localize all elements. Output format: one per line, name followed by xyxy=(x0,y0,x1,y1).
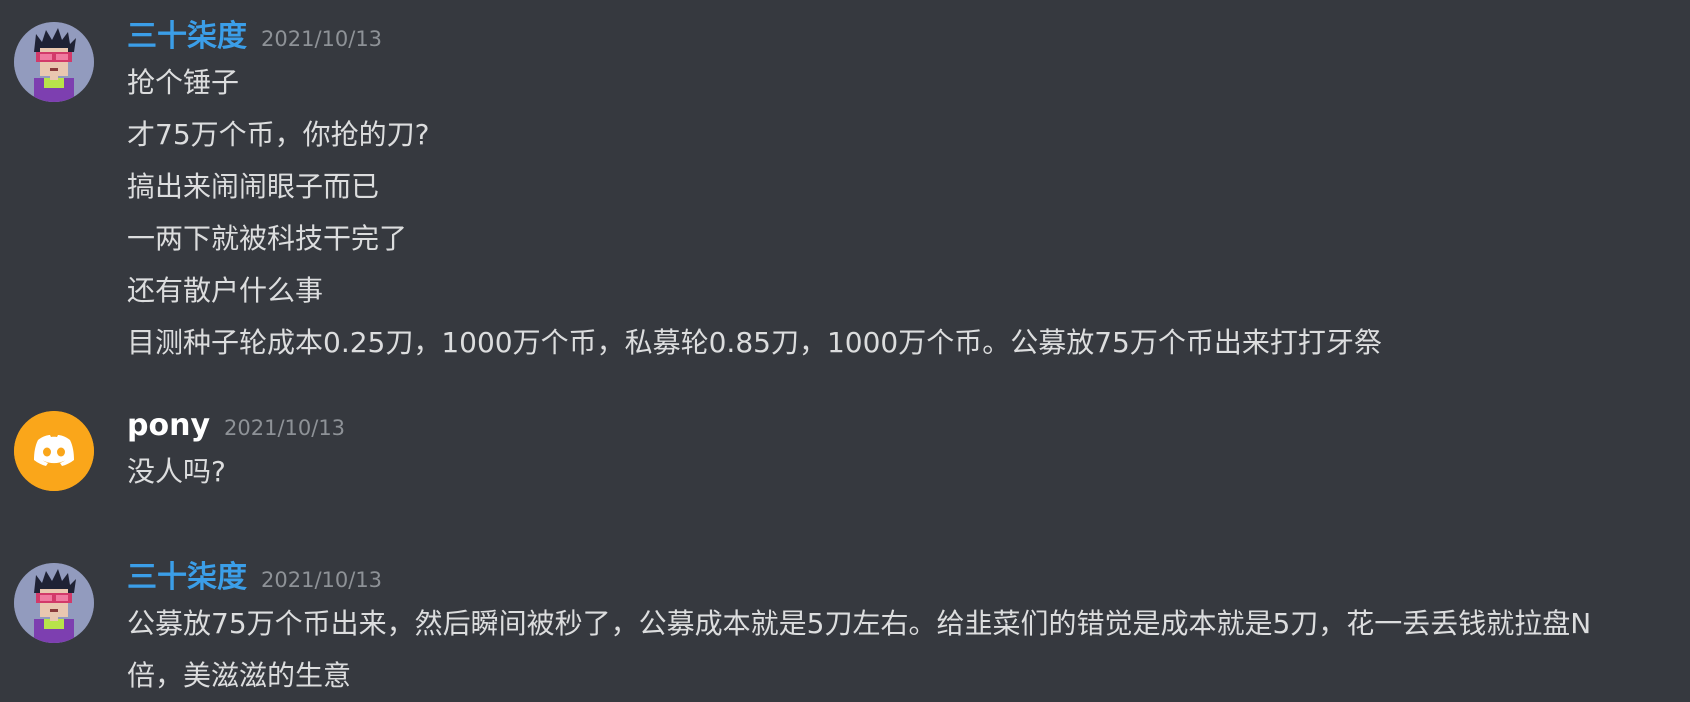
timestamp[interactable]: 2021/10/13 xyxy=(261,27,382,51)
message-text: 一两下就被科技干完了 xyxy=(127,222,408,255)
message-group: 三十柒度 2021/10/13 公募放75万个币出来，然后瞬间被秒了，公募成本就是… xyxy=(0,541,1690,692)
message-text: 还有散户什么事 xyxy=(127,274,324,307)
message-header: 三十柒度 2021/10/13 xyxy=(127,16,382,58)
message-text: 公募放75万个币出来，然后瞬间被秒了，公募成本就是5刀左右。给韭菜们的错觉是成本… xyxy=(127,607,1592,692)
message-header: 三十柒度 2021/10/13 xyxy=(127,557,382,599)
message-header: pony 2021/10/13 xyxy=(127,405,345,447)
message-text: 才75万个币，你抢的刀? xyxy=(127,118,430,151)
avatar[interactable] xyxy=(14,563,94,643)
message-group: pony 2021/10/13 没人吗? xyxy=(0,389,1690,504)
username[interactable]: 三十柒度 xyxy=(127,19,247,54)
timestamp[interactable]: 2021/10/13 xyxy=(224,416,345,440)
message-text: 目测种子轮成本0.25刀，1000万个币，私募轮0.85刀，1000万个币。公募… xyxy=(127,326,1382,359)
message-text: 搞出来闹闹眼子而已 xyxy=(127,170,380,203)
avatar[interactable] xyxy=(14,22,94,102)
timestamp[interactable]: 2021/10/13 xyxy=(261,568,382,592)
message-group: 三十柒度 2021/10/13 抢个锤子 才75万个币，你抢的刀? 搞出来闹闹眼子… xyxy=(0,0,1690,359)
pixel-character-avatar-icon xyxy=(14,22,94,102)
message-text: 没人吗? xyxy=(127,455,226,488)
message-text: 抢个锤子 xyxy=(127,66,240,99)
pixel-character-avatar-icon xyxy=(14,563,94,643)
discord-logo-icon xyxy=(14,411,94,491)
username[interactable]: 三十柒度 xyxy=(127,560,247,595)
chat-messages: 三十柒度 2021/10/13 抢个锤子 才75万个币，你抢的刀? 搞出来闹闹眼子… xyxy=(0,0,1690,692)
avatar[interactable] xyxy=(14,411,94,491)
username[interactable]: pony xyxy=(127,408,210,443)
